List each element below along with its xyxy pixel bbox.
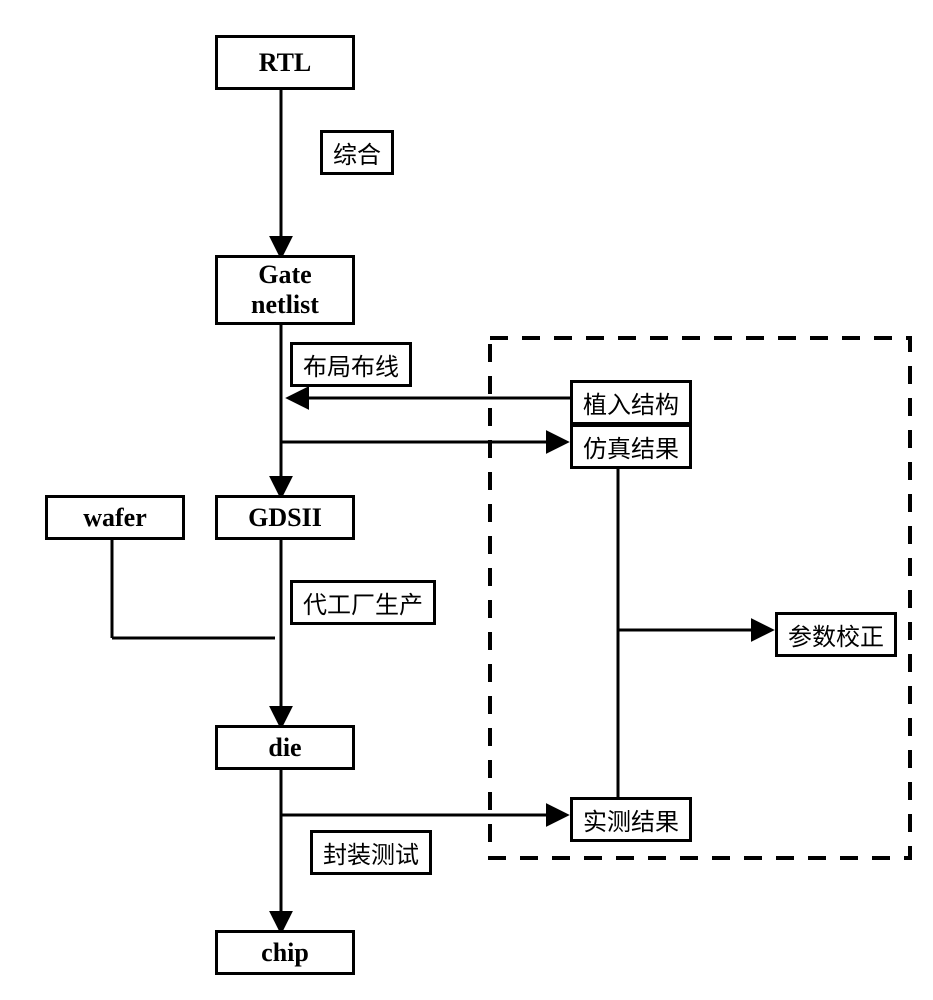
- node-chip: chip: [215, 930, 355, 975]
- node-rtl: RTL: [215, 35, 355, 90]
- label-measured-result: 实测结果: [570, 797, 692, 842]
- label-sim-result: 仿真结果: [570, 424, 692, 469]
- node-gdsii: GDSII: [215, 495, 355, 540]
- label-package-test: 封装测试: [310, 830, 432, 875]
- label-implant-structure: 植入结构: [570, 380, 692, 425]
- label-foundry: 代工厂生产: [290, 580, 436, 625]
- node-die: die: [215, 725, 355, 770]
- node-gate-netlist: Gate netlist: [215, 255, 355, 325]
- label-synthesis: 综合: [320, 130, 394, 175]
- node-wafer: wafer: [45, 495, 185, 540]
- label-place-route: 布局布线: [290, 342, 412, 387]
- label-param-calibration: 参数校正: [775, 612, 897, 657]
